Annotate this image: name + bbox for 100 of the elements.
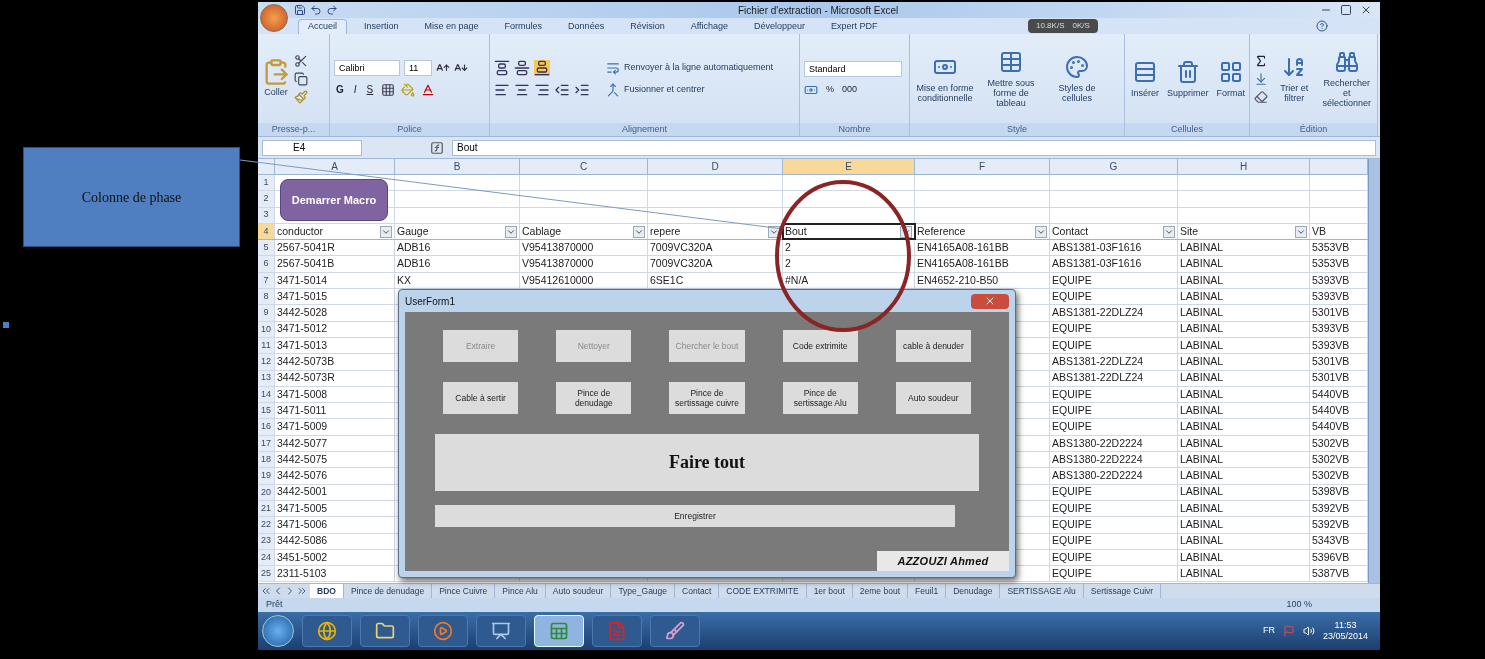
column-header[interactable]: G [1050, 159, 1178, 174]
table-cell-text: 5440VB [1311, 386, 1351, 402]
editing-button[interactable]: Trier et filtrer [1272, 54, 1317, 103]
cut-icon[interactable] [294, 53, 308, 68]
style-button[interactable]: Mise en forme conditionnelle [914, 54, 976, 103]
form-button[interactable]: Pince de sertissage cuivre [669, 382, 745, 414]
cells-button[interactable]: Format [1214, 59, 1248, 98]
filter-dropdown[interactable] [633, 225, 645, 238]
bold-button[interactable]: G [334, 82, 346, 97]
help-icon[interactable] [1316, 20, 1328, 32]
save-button[interactable]: Enregistrer [435, 505, 955, 527]
filter-dropdown[interactable] [1163, 225, 1175, 238]
row-header: 21 [260, 501, 272, 515]
filter-dropdown[interactable] [1035, 225, 1047, 238]
form-button[interactable]: Auto soudeur [895, 382, 971, 414]
font-size-field[interactable]: 11 [404, 60, 432, 76]
save-icon[interactable] [294, 4, 306, 16]
ribbon-tab[interactable]: Expert PDF [822, 19, 887, 34]
table-cell-text: EQUIPE [1051, 484, 1093, 500]
border-icon[interactable] [381, 82, 396, 97]
language-indicator[interactable]: FR [1262, 624, 1275, 638]
column-header[interactable]: A [275, 159, 395, 174]
copy-icon[interactable] [294, 71, 308, 86]
column-header[interactable]: B [395, 159, 520, 174]
align-top-icon[interactable] [494, 59, 510, 76]
font-name-field[interactable]: Calibri [334, 60, 400, 76]
table-cell-text: 3442-5075 [276, 451, 329, 467]
taskbar-app-button[interactable] [476, 615, 526, 647]
close-button[interactable] [971, 293, 1009, 309]
style-button[interactable]: Styles de cellules [1046, 54, 1108, 103]
first-sheet-icon[interactable] [260, 585, 272, 597]
ribbon-tab[interactable]: Révision [621, 19, 674, 34]
ribbon-tab[interactable]: Mise en page [415, 19, 488, 34]
app-icon [665, 621, 685, 641]
last-sheet-icon[interactable] [296, 585, 308, 597]
form-button[interactable]: Pince de sertissage Alu [782, 382, 858, 414]
underline-button[interactable]: S [364, 82, 376, 97]
zoom-level[interactable]: 100 % [1286, 598, 1312, 612]
italic-button[interactable]: I [351, 82, 359, 97]
filter-dropdown[interactable] [380, 225, 392, 238]
wrap-text-button[interactable]: Renvoyer à la ligne automatiquement [606, 60, 774, 75]
cells-button[interactable]: Supprimer [1165, 59, 1211, 98]
form-button[interactable]: Pince de denudage [556, 382, 632, 414]
number-format-field[interactable]: Standard [804, 60, 902, 77]
do-all-button[interactable]: Faire tout [435, 434, 979, 491]
editing-button[interactable]: Rechercher et sélectionner [1320, 49, 1373, 108]
redo-icon[interactable] [326, 4, 338, 16]
taskbar-app-button[interactable] [650, 615, 700, 647]
table-cell-text: #N/A [784, 272, 810, 288]
column-header[interactable]: C [520, 159, 648, 174]
table-cell-text: EQUIPE [1051, 549, 1093, 565]
table-cell-text: LABINAL [1179, 565, 1225, 581]
align-middle-icon[interactable] [514, 59, 530, 76]
start-button[interactable] [262, 615, 294, 647]
taskbar-app-button[interactable] [302, 615, 352, 647]
table-cell-text: LABINAL [1179, 239, 1225, 255]
formula-field[interactable]: Bout [452, 139, 1376, 156]
eraser-icon[interactable] [1254, 89, 1268, 104]
undo-icon[interactable] [310, 4, 322, 16]
ribbon-tab[interactable]: Insertion [355, 19, 408, 34]
filter-dropdown[interactable] [505, 225, 517, 238]
function-icon[interactable] [430, 140, 444, 155]
table-cell-text: 5387VB [1311, 565, 1351, 581]
table-cell-text: LABINAL [1179, 305, 1225, 321]
ribbon-tab[interactable]: Développeur [745, 19, 815, 34]
form-button[interactable]: cable à denuder [895, 330, 971, 362]
column-header[interactable]: F [915, 159, 1050, 174]
percent-button[interactable]: % [826, 82, 834, 97]
table-cell-text: LABINAL [1179, 272, 1225, 288]
fill-icon[interactable] [1254, 71, 1268, 86]
taskbar-app-button[interactable] [360, 615, 410, 647]
style-button[interactable]: Mettre sous forme de tableau [980, 49, 1042, 108]
volume-icon[interactable] [1302, 625, 1315, 637]
paste-button[interactable]: Coller [262, 57, 290, 100]
table-cell-text: 3471-5008 [276, 386, 329, 402]
column-header[interactable]: E [783, 159, 915, 174]
macro-button[interactable]: Demarrer Macro [280, 179, 388, 221]
vertical-scrollbar[interactable] [1368, 159, 1380, 583]
office-button[interactable] [260, 4, 288, 32]
sheet-tab[interactable]: BDO [310, 584, 344, 598]
thousands-button[interactable]: 000 [842, 82, 858, 97]
table-cell-text: 3451-5002 [276, 549, 329, 565]
align-bottom-icon[interactable] [534, 59, 550, 76]
taskbar-app-button[interactable] [418, 615, 468, 647]
sum-icon[interactable] [1254, 53, 1268, 68]
square-marker [3, 322, 9, 328]
form-button[interactable]: Cable à sertir [443, 382, 519, 414]
column-header[interactable]: H [1178, 159, 1310, 174]
form-button[interactable]: Code extrimite [782, 330, 858, 362]
ribbon-tab[interactable]: Données [559, 19, 614, 34]
filter-dropdown[interactable] [1295, 225, 1307, 238]
ribbon-tab[interactable]: Affichage [681, 19, 738, 34]
maximize-icon[interactable] [1338, 4, 1354, 16]
fill-color-icon[interactable] [401, 82, 416, 97]
merge-button[interactable]: Fusionner et centrer [606, 82, 774, 97]
ribbon-tab[interactable]: Formules [495, 19, 552, 34]
name-box[interactable]: E4 [262, 139, 362, 156]
ribbon-tab[interactable]: Accueil [298, 19, 347, 34]
font-color-icon[interactable] [421, 82, 436, 97]
cells-button[interactable]: Insérer [1129, 59, 1161, 98]
